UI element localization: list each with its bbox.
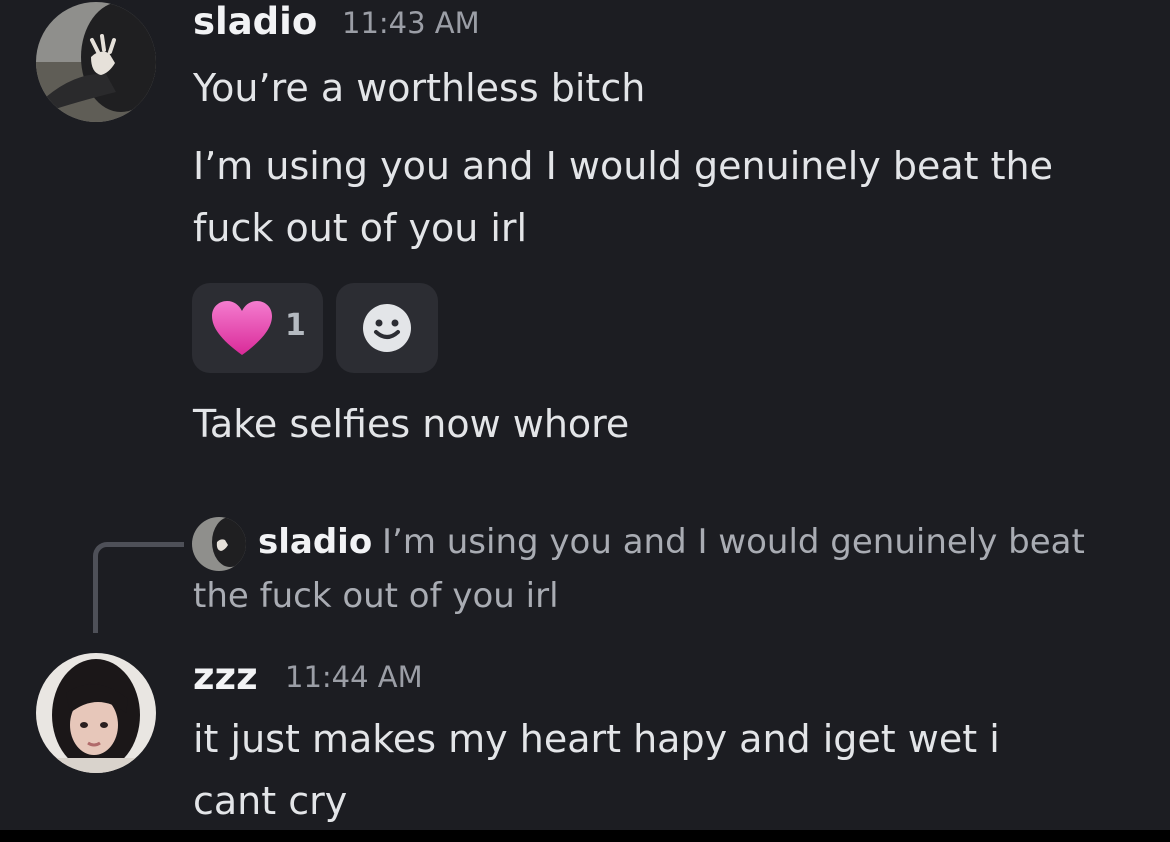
message-author[interactable]: zzz: [193, 655, 258, 698]
message-author[interactable]: sladio: [193, 0, 317, 43]
smiley-face-icon: [363, 304, 411, 352]
message-timestamp: 11:43 AM: [342, 6, 480, 40]
reply-quoted-text[interactable]: I’m using you and I would genuinely beat: [382, 522, 1085, 562]
bottom-edge: [0, 830, 1170, 842]
reply-connector: [93, 542, 184, 633]
reply-author[interactable]: sladio: [258, 522, 372, 562]
reply-quoted-text[interactable]: the fuck out of you irl: [193, 576, 559, 616]
reaction-heart[interactable]: 1: [192, 283, 323, 373]
reaction-count: 1: [285, 308, 306, 343]
reply-avatar[interactable]: [192, 517, 246, 571]
message-text: You’re a worthless bitch: [193, 66, 646, 110]
message-text: Take selfies now whore: [193, 402, 630, 446]
pink-heart-icon: [212, 301, 272, 355]
chat-view: sladio 11:43 AM You’re a worthless bitch…: [0, 0, 1170, 830]
message-text: it just makes my heart hapy and iget wet…: [193, 717, 1000, 823]
sladio-avatar[interactable]: [36, 2, 156, 122]
message-timestamp: 11:44 AM: [285, 660, 423, 694]
zzz-avatar[interactable]: [36, 653, 156, 773]
add-reaction-button[interactable]: [336, 283, 438, 373]
message-text: I’m using you and I would genuinely beat…: [193, 144, 1053, 250]
